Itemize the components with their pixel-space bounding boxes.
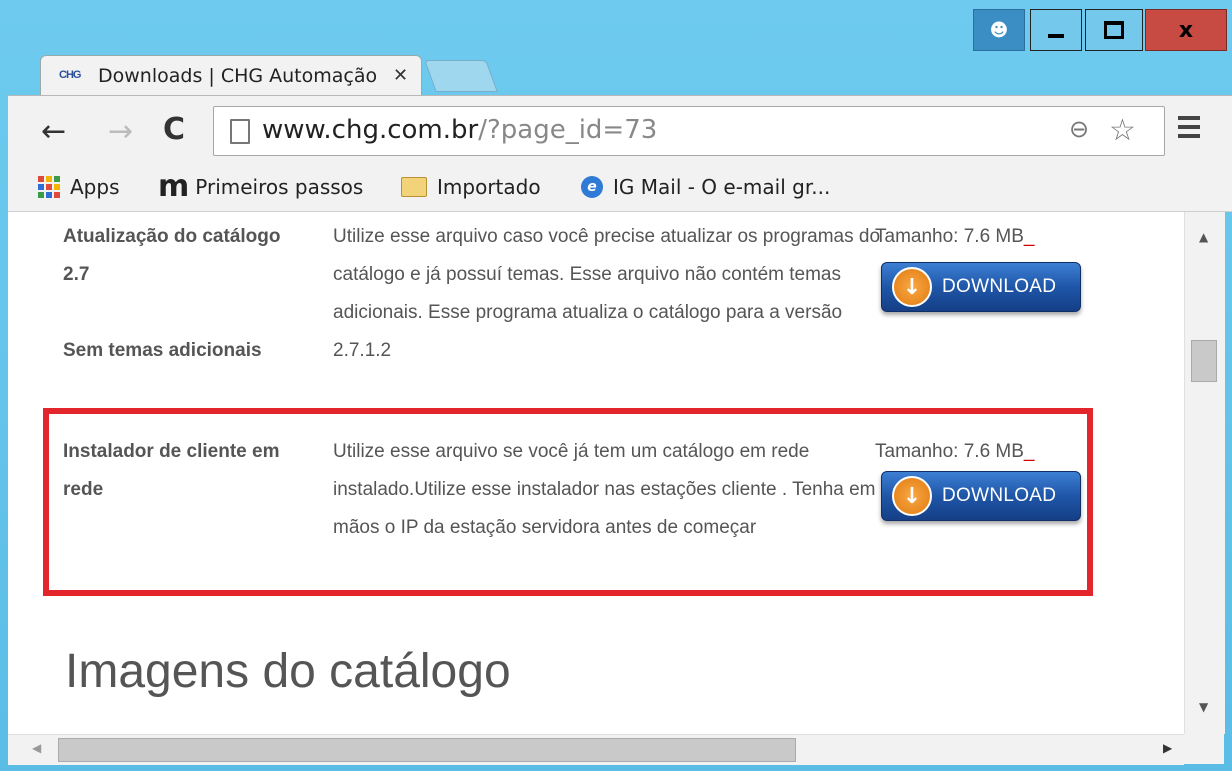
horizontal-scrollbar[interactable]: ◀ ▶ bbox=[8, 734, 1184, 765]
ig-icon: e bbox=[581, 176, 603, 198]
reload-icon[interactable]: C bbox=[163, 112, 185, 147]
download-button[interactable]: ↓ DOWNLOAD bbox=[881, 471, 1081, 521]
download-description: Utilize esse arquivo caso você precise a… bbox=[333, 226, 881, 361]
forward-arrow-icon[interactable]: → bbox=[108, 114, 133, 149]
bookmark-ig-mail[interactable]: e IG Mail - O e-mail gr... bbox=[581, 175, 830, 199]
scrollbar-corner bbox=[1184, 734, 1224, 764]
vertical-scroll-thumb[interactable] bbox=[1191, 340, 1217, 382]
vertical-scrollbar[interactable]: ▲ ▼ bbox=[1184, 212, 1225, 734]
bookmark-apps[interactable]: Apps bbox=[38, 175, 120, 199]
bookmark-primeiros-passos[interactable]: m Primeiros passos bbox=[158, 169, 364, 204]
chg-favicon-icon: CHG bbox=[59, 69, 81, 81]
address-bar[interactable]: www.chg.com.br/?page_id=73 ⊖ ☆ bbox=[213, 106, 1165, 156]
user-icon[interactable]: ☻ bbox=[973, 9, 1025, 51]
download-button[interactable]: ↓ DOWNLOAD bbox=[881, 262, 1081, 312]
zoom-icon[interactable]: ⊖ bbox=[1069, 115, 1089, 143]
tab-title: Downloads | CHG Automação bbox=[98, 65, 378, 87]
url-text[interactable]: www.chg.com.br/?page_id=73 bbox=[262, 115, 657, 145]
maximize-button[interactable] bbox=[1085, 9, 1143, 51]
download-description: Utilize esse arquivo se você já tem um c… bbox=[333, 441, 876, 538]
back-arrow-icon[interactable]: ← bbox=[41, 114, 66, 149]
download-size: Tamanho: 7.6 MB_ bbox=[875, 441, 1035, 462]
bookmark-label: Importado bbox=[437, 175, 541, 199]
download-size: Tamanho: 7.6 MB_ bbox=[875, 226, 1035, 247]
scroll-left-icon[interactable]: ◀ bbox=[32, 741, 41, 755]
download-arrow-icon: ↓ bbox=[892, 476, 932, 516]
download-name: Instalador de cliente em rede bbox=[63, 441, 280, 500]
bookmark-importado[interactable]: Importado bbox=[401, 175, 541, 199]
bookmark-label: Primeiros passos bbox=[195, 175, 364, 199]
scroll-up-icon[interactable]: ▲ bbox=[1199, 230, 1208, 244]
horizontal-scroll-thumb[interactable] bbox=[58, 738, 796, 762]
browser-toolbar: ← → C www.chg.com.br/?page_id=73 ⊖ ☆ bbox=[8, 95, 1232, 166]
scroll-right-icon[interactable]: ▶ bbox=[1163, 741, 1172, 755]
minimize-icon bbox=[1048, 34, 1064, 38]
tab-close-icon[interactable]: ✕ bbox=[393, 65, 408, 86]
folder-icon bbox=[401, 177, 427, 197]
tab-downloads[interactable]: CHG Downloads | CHG Automação ✕ bbox=[40, 55, 422, 98]
scroll-down-icon[interactable]: ▼ bbox=[1199, 700, 1208, 714]
menu-icon[interactable] bbox=[1178, 116, 1200, 143]
m-logo-icon: m bbox=[158, 169, 190, 204]
close-window-button[interactable]: x bbox=[1145, 9, 1227, 51]
apps-grid-icon bbox=[38, 176, 60, 198]
bookmark-label: Apps bbox=[70, 175, 120, 199]
bookmark-label: IG Mail - O e-mail gr... bbox=[613, 175, 831, 199]
bookmarks-bar: Apps m Primeiros passos Importado e IG M… bbox=[8, 165, 1232, 212]
section-title: Imagens do catálogo bbox=[65, 645, 511, 698]
page-content: Atualização do catálogo 2.7 Sem temas ad… bbox=[8, 212, 1184, 734]
download-arrow-icon: ↓ bbox=[892, 267, 932, 307]
maximize-icon bbox=[1104, 21, 1124, 39]
bookmark-star-icon[interactable]: ☆ bbox=[1109, 113, 1136, 148]
minimize-button[interactable] bbox=[1030, 9, 1082, 51]
browser-window: ☻ x CHG Downloads | CHG Automação ✕ ← → … bbox=[0, 0, 1232, 771]
page-icon bbox=[230, 119, 250, 144]
new-tab-button[interactable] bbox=[424, 60, 498, 92]
download-name: Atualização do catálogo 2.7 Sem temas ad… bbox=[63, 226, 281, 361]
